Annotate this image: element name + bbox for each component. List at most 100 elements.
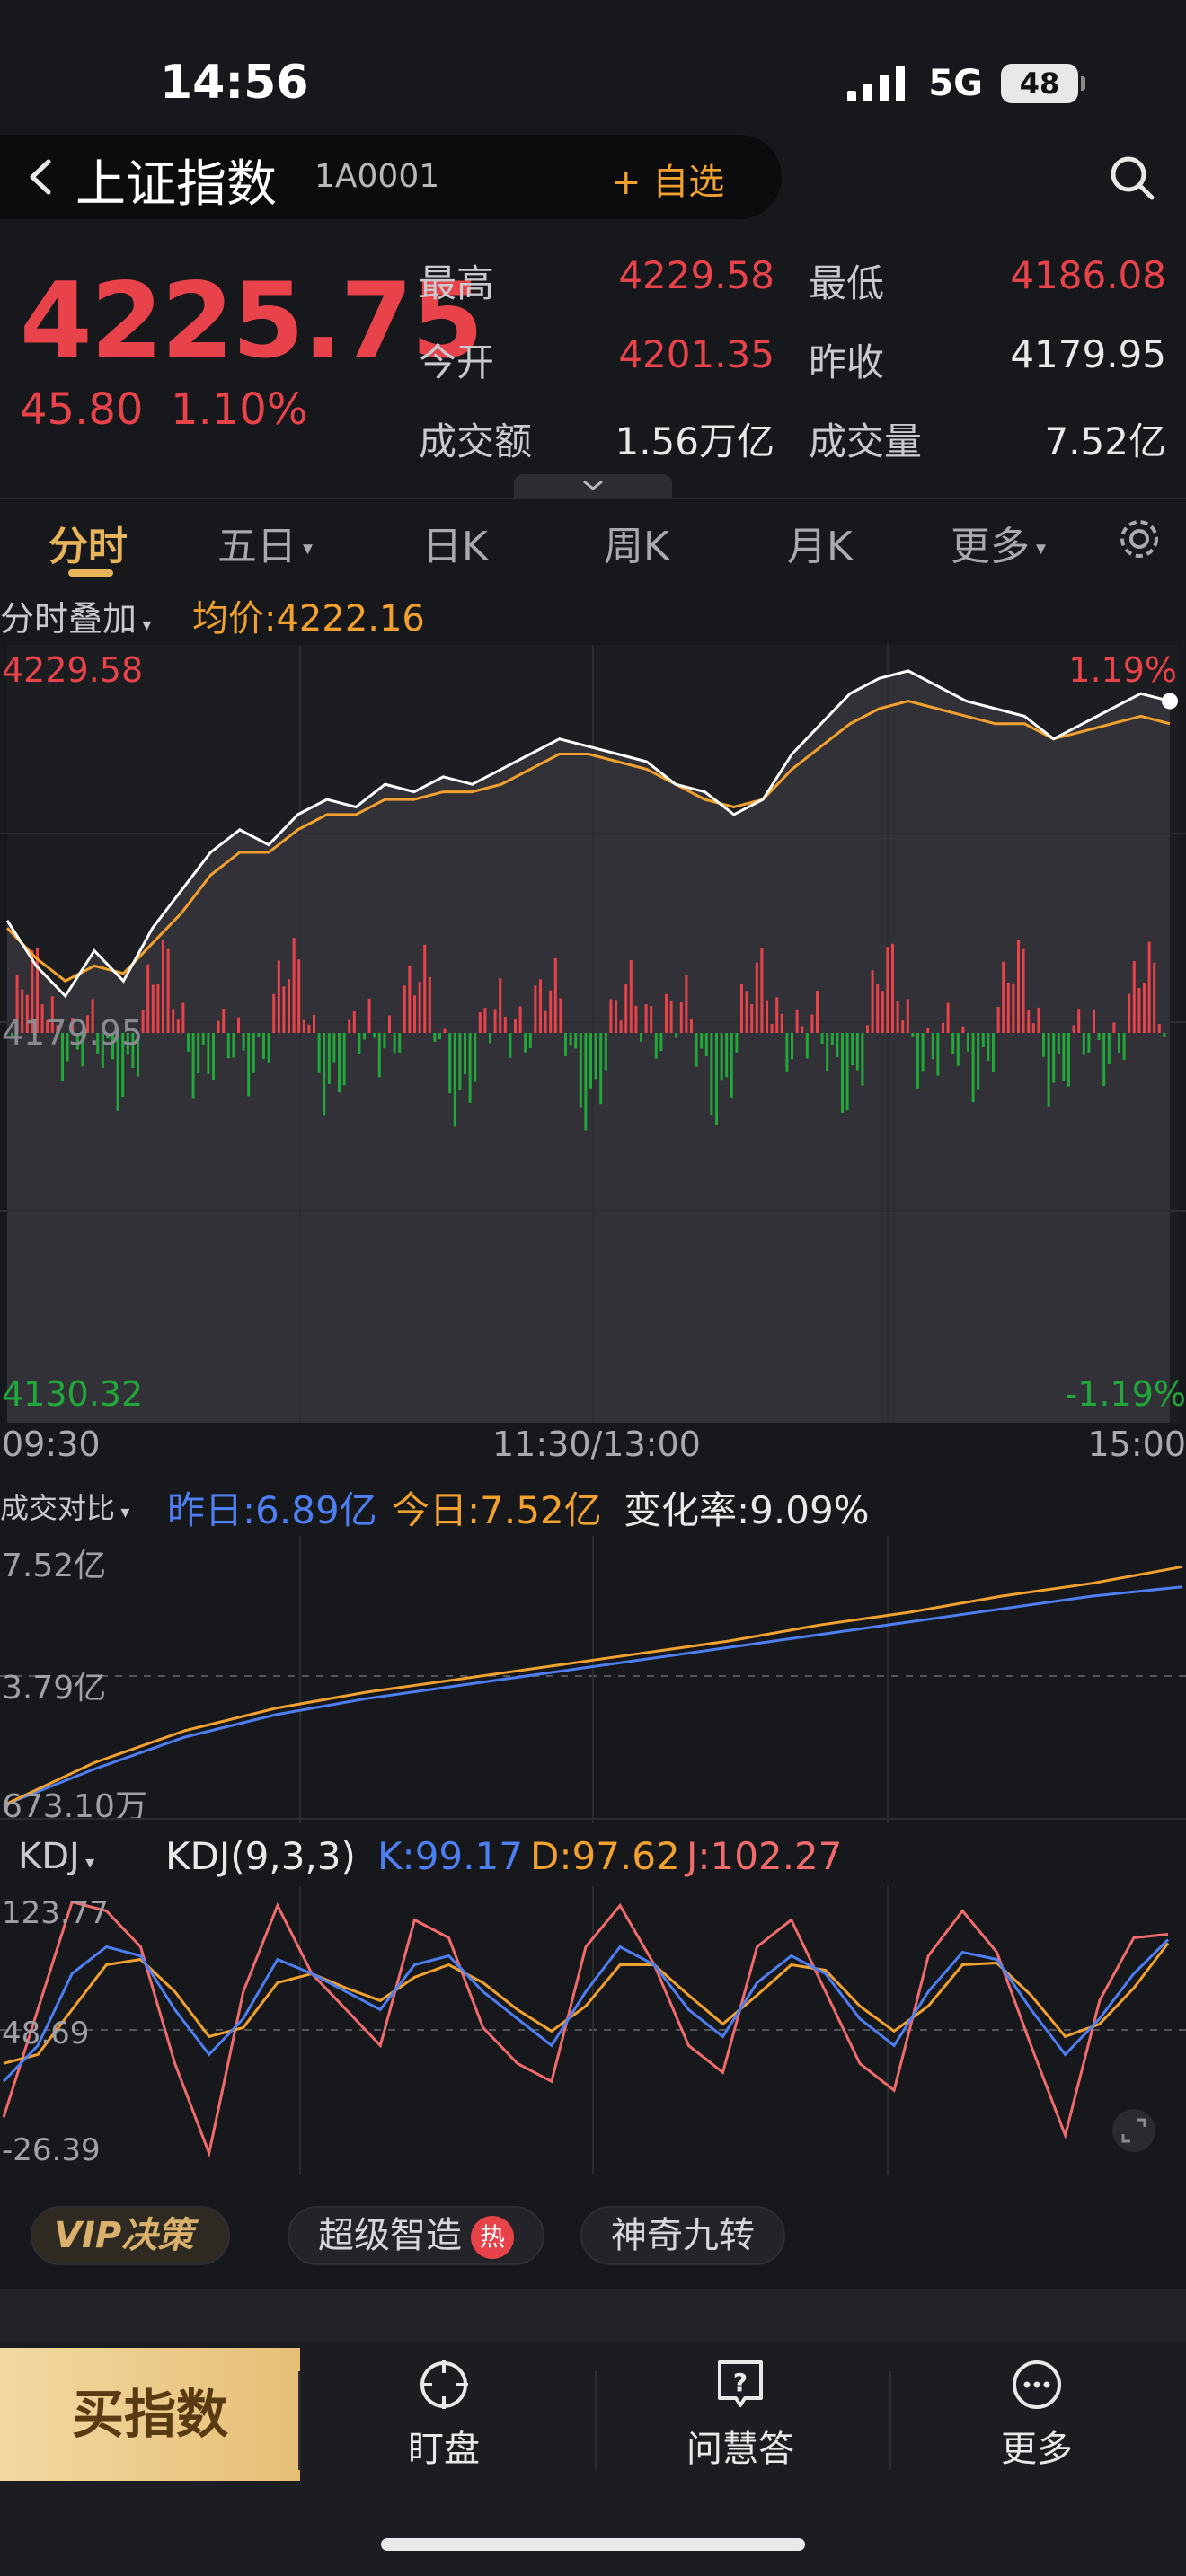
volume-bar bbox=[801, 1026, 804, 1033]
kdj-axis-min: -26.39 bbox=[2, 2132, 101, 2168]
prev-close-value: 4179.95 bbox=[1010, 332, 1166, 376]
volume-bar bbox=[549, 990, 553, 1033]
volume-bar bbox=[911, 1033, 915, 1037]
volume-bar bbox=[1107, 1033, 1111, 1065]
volume-bar bbox=[735, 1033, 739, 1053]
status-time: 14:56 bbox=[160, 56, 309, 110]
volume-bar bbox=[871, 970, 874, 1033]
expand-icon[interactable] bbox=[1111, 2107, 1157, 2154]
kdj-k-value: K:99.17 bbox=[377, 1834, 523, 1878]
volume-bar bbox=[226, 1033, 230, 1059]
y-axis-low: 4130.32 bbox=[2, 1374, 144, 1414]
y-axis-prev-close: 4179.95 bbox=[2, 1013, 144, 1053]
volume-bar bbox=[841, 1033, 844, 1113]
k-line bbox=[2, 1938, 1170, 2083]
volume-bar bbox=[564, 1033, 567, 1056]
volume-bar bbox=[1087, 1033, 1091, 1053]
volume-bar bbox=[338, 1033, 341, 1093]
intraday-chart[interactable] bbox=[0, 645, 1186, 1423]
volume-bar bbox=[704, 1033, 708, 1057]
home-indicator[interactable] bbox=[381, 2538, 805, 2551]
volume-bar bbox=[367, 998, 371, 1033]
volume-bar bbox=[810, 1014, 814, 1033]
volume-bar bbox=[489, 1033, 491, 1044]
tab-week-k[interactable]: 周K bbox=[604, 514, 669, 571]
kdj-d-value: D:97.62 bbox=[530, 1834, 680, 1878]
volume-bar bbox=[332, 1033, 336, 1063]
add-watchlist-button[interactable]: + 自选 bbox=[611, 153, 724, 205]
volume-bar bbox=[302, 1019, 305, 1033]
kdj-chart[interactable] bbox=[0, 1886, 1186, 2174]
volume-bar bbox=[282, 986, 286, 1033]
back-chevron-icon[interactable] bbox=[20, 154, 65, 199]
volume-bar bbox=[1077, 1009, 1081, 1033]
volume-compare-chart[interactable] bbox=[0, 1536, 1186, 1823]
volume-bar bbox=[317, 1033, 321, 1073]
volume-bar bbox=[830, 1033, 834, 1045]
nav-more-label: 更多 bbox=[1001, 2429, 1073, 2470]
overlay-selector[interactable]: 分时叠加 ▾ bbox=[0, 591, 151, 640]
volume-bar bbox=[1057, 1033, 1060, 1054]
kdj-axis-mid: 48.69 bbox=[2, 2016, 90, 2051]
volume-bar bbox=[162, 940, 164, 1033]
gear-icon[interactable] bbox=[1114, 514, 1164, 564]
pct-axis-high: 1.19% bbox=[1068, 650, 1177, 690]
volume-bar bbox=[886, 947, 890, 1033]
super-build-chip[interactable]: 超级智造热 bbox=[288, 2206, 544, 2265]
current-price-dot bbox=[1162, 693, 1178, 710]
tab-five-day[interactable]: 五日 ▾ bbox=[217, 514, 313, 571]
nav-more[interactable]: 更多 bbox=[929, 2359, 1145, 2472]
volume-bar bbox=[151, 984, 155, 1033]
volume-bar bbox=[881, 991, 884, 1033]
tab-more[interactable]: 更多 ▾ bbox=[951, 514, 1046, 571]
volume-compare-label: 成交对比 bbox=[0, 1491, 116, 1525]
indicator-selector[interactable]: KDJ ▾ bbox=[18, 1836, 94, 1877]
volume-bar bbox=[574, 1033, 578, 1049]
volume-bar bbox=[288, 979, 290, 1033]
volume-bar bbox=[780, 1013, 783, 1033]
volume-today: 今日:7.52亿 bbox=[392, 1488, 602, 1532]
volume-bar bbox=[942, 1022, 944, 1033]
tab-month-k[interactable]: 月K bbox=[787, 514, 853, 571]
more-dots-icon bbox=[1013, 2360, 1061, 2409]
volume-bar bbox=[1118, 1033, 1120, 1053]
kdj-params: KDJ(9,3,3) bbox=[165, 1834, 356, 1878]
expand-quote-handle[interactable] bbox=[514, 474, 672, 498]
volume-bar bbox=[1017, 940, 1020, 1033]
prev-close-label: 昨收 bbox=[809, 340, 885, 384]
amount-label: 成交额 bbox=[419, 419, 533, 463]
volume-bar bbox=[509, 1033, 512, 1058]
tab-intraday[interactable]: 分时 bbox=[49, 514, 128, 571]
volume-bar bbox=[931, 1033, 934, 1060]
vip-decision-chip[interactable]: VIP决策 ▾ bbox=[31, 2206, 230, 2315]
nav-ask[interactable]: ? 问慧答 bbox=[633, 2359, 848, 2472]
high-label: 最高 bbox=[419, 261, 495, 305]
volume-bar bbox=[197, 1033, 200, 1073]
volume-bar bbox=[921, 1033, 925, 1072]
volume-bar bbox=[217, 1020, 220, 1033]
buy-index-button[interactable]: 买指数 bbox=[0, 2348, 300, 2481]
time-end: 15:00 bbox=[1087, 1425, 1186, 1464]
volume-bar bbox=[740, 984, 743, 1033]
volume-bar bbox=[685, 975, 688, 1033]
volume-compare-selector[interactable]: 成交对比 ▾ bbox=[0, 1486, 129, 1527]
volume-bar bbox=[1062, 1033, 1066, 1081]
volume-bar bbox=[584, 1033, 588, 1131]
volume-bar bbox=[956, 1033, 960, 1066]
volume-bar bbox=[951, 1033, 955, 1054]
volume-bar bbox=[1132, 961, 1136, 1033]
volume-bar bbox=[926, 1028, 930, 1033]
volume-bar bbox=[1082, 1033, 1085, 1055]
volume-bar bbox=[1072, 1025, 1075, 1033]
volume-bar bbox=[599, 1033, 603, 1105]
caret-down-icon: ▾ bbox=[79, 1851, 95, 1873]
tab-day-k[interactable]: 日K bbox=[422, 514, 488, 571]
magic-nine-chip[interactable]: 神奇九转 bbox=[580, 2206, 785, 2265]
volume-bar bbox=[1153, 962, 1156, 1033]
volume-bar bbox=[896, 1001, 899, 1033]
content-peek bbox=[0, 2289, 1186, 2342]
volume-bar bbox=[619, 1020, 623, 1033]
search-icon[interactable] bbox=[1107, 153, 1157, 203]
nav-watch[interactable]: 盯盘 bbox=[336, 2359, 552, 2472]
volume-bar bbox=[1047, 1033, 1050, 1107]
